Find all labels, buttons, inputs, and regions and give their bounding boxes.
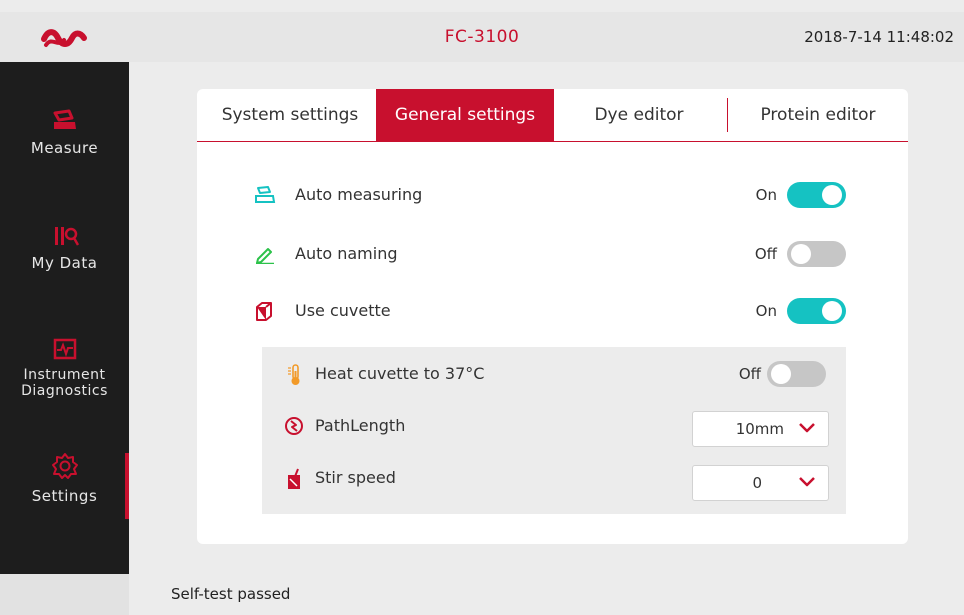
measure-icon	[53, 109, 76, 129]
chevron-down-icon	[799, 423, 815, 433]
sidebar-item-label-line1: Instrument	[23, 367, 106, 383]
sidebar-item-label-line2: Diagnostics	[21, 383, 108, 399]
path-length-value: 10mm	[735, 420, 784, 438]
active-nav-indicator	[125, 453, 129, 519]
tab-general-settings[interactable]: General settings	[376, 89, 554, 142]
sidebar-item-measure[interactable]: Measure	[0, 107, 129, 157]
sidebar: Measure My Data Instrument Diagnostics S…	[0, 62, 129, 574]
auto-measuring-label: Auto measuring	[295, 185, 423, 204]
heat-cuvette-toggle[interactable]	[767, 361, 826, 387]
use-cuvette-state: On	[755, 302, 777, 320]
path-length-icon	[285, 417, 303, 435]
heat-cuvette-label: Heat cuvette to 37°C	[315, 364, 485, 383]
pencil-icon	[256, 248, 274, 264]
my-data-icon	[54, 227, 79, 246]
auto-naming-state: Off	[754, 245, 777, 263]
path-length-label: PathLength	[315, 416, 406, 435]
use-cuvette-label: Use cuvette	[295, 301, 391, 320]
cuvette-icon	[256, 302, 272, 321]
settings-panel: System settings General settings Dye edi…	[197, 89, 908, 544]
heat-cuvette-state: Off	[738, 365, 761, 383]
path-length-row: PathLength 10mm	[262, 406, 846, 447]
status-bar-left-block	[0, 574, 129, 615]
thermometer-icon	[288, 364, 300, 385]
tab-protein-editor[interactable]: Protein editor	[728, 89, 908, 142]
stir-speed-row: Stir speed 0	[262, 458, 846, 501]
status-bar: Self-test passed	[0, 574, 964, 615]
sidebar-item-settings[interactable]: Settings	[0, 451, 129, 505]
auto-naming-row: Auto naming Off	[197, 234, 908, 274]
gear-icon	[51, 453, 78, 479]
stir-speed-select[interactable]: 0	[692, 465, 829, 501]
sidebar-item-label: Settings	[31, 487, 98, 505]
cuvette-options-panel: Heat cuvette to 37°C Off PathLength 10mm	[262, 347, 846, 514]
tab-system-settings[interactable]: System settings	[204, 89, 376, 142]
sidebar-item-instrument-diagnostics[interactable]: Instrument Diagnostics	[0, 337, 129, 399]
stir-icon	[288, 468, 300, 489]
top-bar: FC-3100 2018-7-14 11:48:02	[0, 12, 964, 62]
chevron-down-icon	[799, 477, 815, 487]
sidebar-item-label: My Data	[31, 254, 98, 272]
sidebar-item-label: Measure	[30, 139, 99, 157]
use-cuvette-row: Use cuvette On	[197, 291, 908, 331]
heat-cuvette-row: Heat cuvette to 37°C Off	[262, 354, 846, 394]
auto-measuring-toggle[interactable]	[787, 182, 846, 208]
auto-measuring-row: Auto measuring On	[197, 175, 908, 215]
use-cuvette-toggle[interactable]	[787, 298, 846, 324]
tab-dye-editor[interactable]: Dye editor	[554, 89, 724, 142]
settings-tabs: System settings General settings Dye edi…	[197, 89, 908, 142]
sidebar-item-my-data[interactable]: My Data	[0, 224, 129, 272]
auto-naming-label: Auto naming	[295, 244, 398, 263]
stir-speed-label: Stir speed	[315, 468, 396, 487]
diagnostics-icon	[53, 338, 76, 360]
datetime-display: 2018-7-14 11:48:02	[804, 28, 954, 46]
stir-speed-value: 0	[752, 474, 762, 492]
auto-measuring-icon	[255, 186, 276, 203]
auto-naming-toggle[interactable]	[787, 241, 846, 267]
auto-measuring-state: On	[755, 186, 777, 204]
status-message: Self-test passed	[171, 585, 291, 603]
path-length-select[interactable]: 10mm	[692, 411, 829, 447]
